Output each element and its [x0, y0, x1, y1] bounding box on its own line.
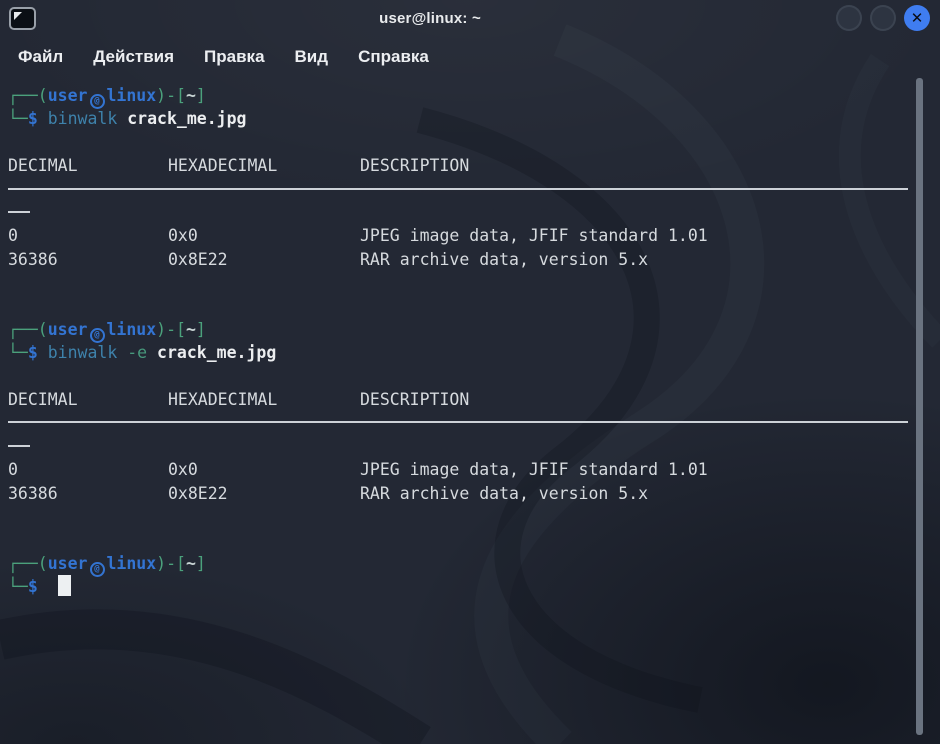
separator-line: [8, 188, 908, 190]
prompt-hostname: linux: [107, 86, 157, 105]
cell-description: RAR archive data, version 5.x: [360, 250, 648, 269]
prompt-frame: ]: [196, 554, 206, 573]
command-option: -e: [127, 343, 147, 362]
blank-line: [8, 295, 910, 318]
binwalk-separator: [8, 178, 910, 201]
prompt-frame: ]: [196, 320, 206, 339]
separator-line-fragment: [8, 211, 30, 213]
terminal-cursor: [58, 575, 71, 596]
prompt-line-command: └─$: [8, 575, 910, 598]
column-header-hexadecimal: HEXADECIMAL: [168, 388, 360, 411]
prompt-frame: └─: [8, 343, 28, 362]
column-header-description: DESCRIPTION: [360, 156, 469, 175]
cell-hexadecimal: 0x0: [168, 458, 360, 481]
window-controls: ✕: [836, 5, 930, 31]
binwalk-separator-wrap: [8, 435, 910, 458]
cell-description: JPEG image data, JFIF standard 1.01: [360, 226, 708, 245]
cell-decimal: 36386: [8, 482, 168, 505]
command-space: [147, 343, 157, 362]
menu-bar: Файл Действия Правка Вид Справка: [0, 36, 940, 78]
prompt-dollar: $: [28, 343, 48, 362]
terminal-window[interactable]: ┌──(user@linux)-[~]└─$ binwalk crack_me.…: [0, 78, 940, 744]
close-button[interactable]: ✕: [904, 5, 930, 31]
column-header-decimal: DECIMAL: [8, 154, 168, 177]
cell-hexadecimal: 0x8E22: [168, 248, 360, 271]
command-space: [117, 343, 127, 362]
binwalk-header-row: DECIMALHEXADECIMALDESCRIPTION: [8, 154, 910, 177]
cell-hexadecimal: 0x8E22: [168, 482, 360, 505]
binwalk-separator-wrap: [8, 201, 910, 224]
prompt-frame: )-[: [156, 86, 186, 105]
prompt-cwd: ~: [186, 320, 196, 339]
command-argument: crack_me.jpg: [157, 343, 276, 362]
binwalk-result-row: 00x0JPEG image data, JFIF standard 1.01: [8, 224, 910, 247]
command-space: [117, 109, 127, 128]
cell-decimal: 0: [8, 458, 168, 481]
scrollbar-thumb[interactable]: [916, 78, 923, 735]
prompt-frame: ┌──(: [8, 86, 48, 105]
prompt-line-top: ┌──(user@linux)-[~]: [8, 318, 910, 341]
prompt-line-top: ┌──(user@linux)-[~]: [8, 84, 910, 107]
column-header-hexadecimal: HEXADECIMAL: [168, 154, 360, 177]
command-command: binwalk: [48, 343, 118, 362]
prompt-cwd: ~: [186, 86, 196, 105]
terminal-content[interactable]: ┌──(user@linux)-[~]└─$ binwalk crack_me.…: [0, 78, 940, 599]
menu-item-help[interactable]: Справка: [358, 47, 429, 67]
blank-line: [8, 528, 910, 551]
prompt-username: user: [48, 86, 88, 105]
prompt-hostname: linux: [107, 320, 157, 339]
binwalk-result-row: 363860x8E22RAR archive data, version 5.x: [8, 248, 910, 271]
cell-hexadecimal: 0x0: [168, 224, 360, 247]
menu-item-view[interactable]: Вид: [295, 47, 329, 67]
separator-line: [8, 421, 908, 423]
command-command: binwalk: [48, 109, 118, 128]
window-title: user@linux: ~: [0, 10, 860, 27]
cell-decimal: 0: [8, 224, 168, 247]
blank-line: [8, 131, 910, 154]
prompt-frame: └─: [8, 109, 28, 128]
minimize-button[interactable]: [836, 5, 862, 31]
prompt-cwd: ~: [186, 554, 196, 573]
binwalk-result-row: 00x0JPEG image data, JFIF standard 1.01: [8, 458, 910, 481]
title-bar: user@linux: ~ ✕: [0, 0, 940, 36]
prompt-username: user: [48, 320, 88, 339]
prompt-frame: )-[: [156, 320, 186, 339]
prompt-frame: └─: [8, 577, 28, 596]
prompt-line-command: └─$ binwalk crack_me.jpg: [8, 107, 910, 130]
blank-line: [8, 505, 910, 528]
column-header-description: DESCRIPTION: [360, 390, 469, 409]
menu-item-actions[interactable]: Действия: [93, 47, 174, 67]
binwalk-result-row: 363860x8E22RAR archive data, version 5.x: [8, 482, 910, 505]
maximize-button[interactable]: [870, 5, 896, 31]
cell-description: JPEG image data, JFIF standard 1.01: [360, 460, 708, 479]
prompt-frame: )-[: [156, 554, 186, 573]
prompt-frame: ]: [196, 86, 206, 105]
prompt-username: user: [48, 554, 88, 573]
prompt-dollar: $: [28, 109, 48, 128]
command-argument: crack_me.jpg: [127, 109, 246, 128]
prompt-frame: ┌──(: [8, 320, 48, 339]
blank-line: [8, 271, 910, 294]
prompt-frame: ┌──(: [8, 554, 48, 573]
prompt-line-top: ┌──(user@linux)-[~]: [8, 552, 910, 575]
menu-item-file[interactable]: Файл: [18, 47, 63, 67]
blank-line: [8, 365, 910, 388]
prompt-hostname: linux: [107, 554, 157, 573]
prompt-dollar: $: [28, 577, 48, 596]
prompt-line-command: └─$ binwalk -e crack_me.jpg: [8, 341, 910, 364]
binwalk-header-row: DECIMALHEXADECIMALDESCRIPTION: [8, 388, 910, 411]
cell-decimal: 36386: [8, 248, 168, 271]
separator-line-fragment: [8, 445, 30, 447]
binwalk-separator: [8, 411, 910, 434]
menu-item-edit[interactable]: Правка: [204, 47, 264, 67]
cell-description: RAR archive data, version 5.x: [360, 484, 648, 503]
column-header-decimal: DECIMAL: [8, 388, 168, 411]
